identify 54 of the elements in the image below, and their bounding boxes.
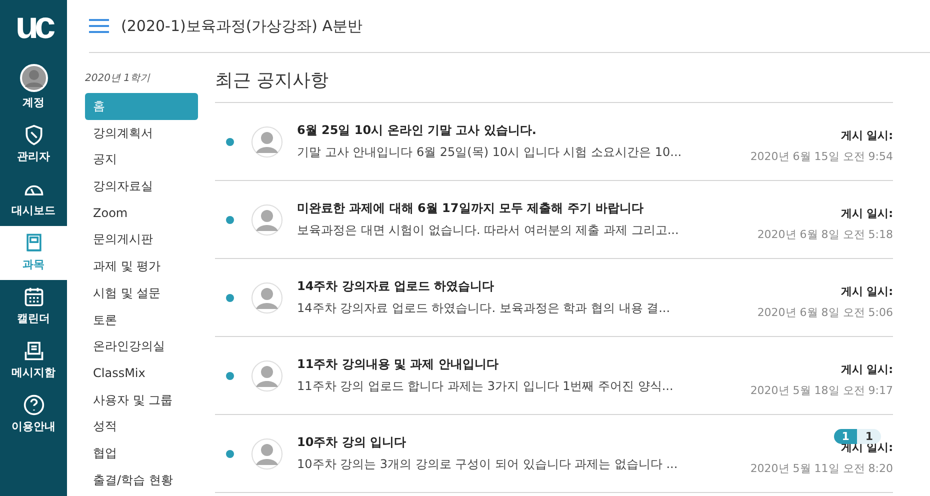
inbox-icon: [22, 340, 44, 362]
posted-date: 2020년 6월 8일 오전 5:18: [757, 226, 893, 242]
avatar-icon: [251, 204, 283, 236]
course-nav-item[interactable]: 강의계획서: [85, 120, 198, 146]
section-heading: 최근 공지사항: [215, 65, 893, 103]
posted-label: 게시 일시:: [840, 362, 893, 376]
help-icon: [22, 394, 44, 416]
calendar-icon: [22, 286, 44, 308]
course-nav-item[interactable]: 출결/학습 현황: [85, 466, 198, 494]
avatar-icon: [251, 360, 283, 392]
global-nav-item[interactable]: 이용안내: [0, 388, 67, 442]
course-nav-item[interactable]: Zoom: [85, 200, 198, 226]
announcement-title[interactable]: 11주차 강의내용 및 과제 안내입니다: [297, 356, 750, 373]
course-title: (2020-1)보육과정(가상강좌) A분반: [121, 16, 363, 36]
course-nav-item[interactable]: 시험 및 설문: [85, 280, 198, 306]
global-nav-item[interactable]: 대시보드: [0, 172, 67, 226]
course-nav-item[interactable]: 강의자료실: [85, 173, 198, 200]
posted-date: 2020년 6월 15일 오전 9:54: [750, 148, 893, 164]
global-nav-item[interactable]: 메시지함: [0, 334, 67, 388]
announcement-summary: 14주차 강의자료 업로드 하였습니다. 보육과정은 학과 협의 내용 결...: [297, 300, 672, 317]
announcement-title[interactable]: 10주차 강의 입니다: [297, 434, 750, 451]
course-nav-item[interactable]: 사용자 및 그룹: [85, 386, 198, 414]
posted-label: 게시 일시:: [840, 284, 893, 298]
announcement-summary: 기말 고사 안내입니다 6월 25일(목) 10시 입니다 시험 소요시간은 10...: [297, 144, 683, 161]
logo[interactable]: uc: [15, 0, 52, 58]
global-nav-item[interactable]: 계정: [0, 58, 67, 118]
posted-date: 2020년 5월 11일 오전 8:20: [750, 460, 893, 476]
menu-icon[interactable]: [89, 19, 109, 33]
term-label: 2020년 1학기: [85, 72, 152, 85]
global-nav-item[interactable]: 캘린더: [0, 280, 67, 334]
avatar-icon: [20, 64, 48, 92]
course-nav-item[interactable]: 과제 및 평가: [85, 253, 198, 280]
course-nav-item[interactable]: 성적: [85, 413, 198, 440]
announcement-title[interactable]: 6월 25일 10시 온라인 기말 고사 있습니다.: [297, 122, 750, 139]
announcement-summary: 보육과정은 대면 시험이 없습니다. 따라서 여러분의 제출 과제 그리고...: [297, 222, 680, 239]
course-nav-item[interactable]: 공지: [85, 146, 198, 174]
posted-label: 게시 일시:: [840, 206, 893, 220]
course-nav-item[interactable]: 토론: [85, 306, 198, 334]
announcement-summary: 10주차 강의는 3개의 강의로 구성이 되어 있습니다 과제는 없습니다 ...: [297, 456, 679, 473]
course-nav-item[interactable]: 협업: [85, 440, 198, 467]
course-nav-item[interactable]: 온라인강의실: [85, 333, 198, 360]
avatar-icon: [251, 282, 283, 314]
announcement-title[interactable]: 미완료한 과제에 대해 6월 17일까지 모두 제출해 주기 바랍니다: [297, 200, 758, 217]
course-nav-item[interactable]: 문의게시판: [85, 226, 198, 254]
posted-date: 2020년 6월 8일 오전 5:06: [757, 304, 893, 320]
global-nav-item[interactable]: 관리자: [0, 118, 67, 172]
posted-date: 2020년 5월 18일 오전 9:17: [750, 382, 893, 398]
announcement-summary: 11주차 강의 업로드 합니다 과제는 3가지 입니다 1번째 주어진 양식...: [297, 378, 674, 395]
posted-label: 게시 일시:: [840, 128, 893, 142]
page-badge[interactable]: 1: [857, 429, 881, 444]
avatar-icon: [251, 126, 283, 158]
course-nav-item[interactable]: ClassMix: [85, 360, 198, 387]
announcement-title[interactable]: 14주차 강의자료 업로드 하였습니다: [297, 278, 758, 295]
avatar-icon: [251, 438, 283, 470]
